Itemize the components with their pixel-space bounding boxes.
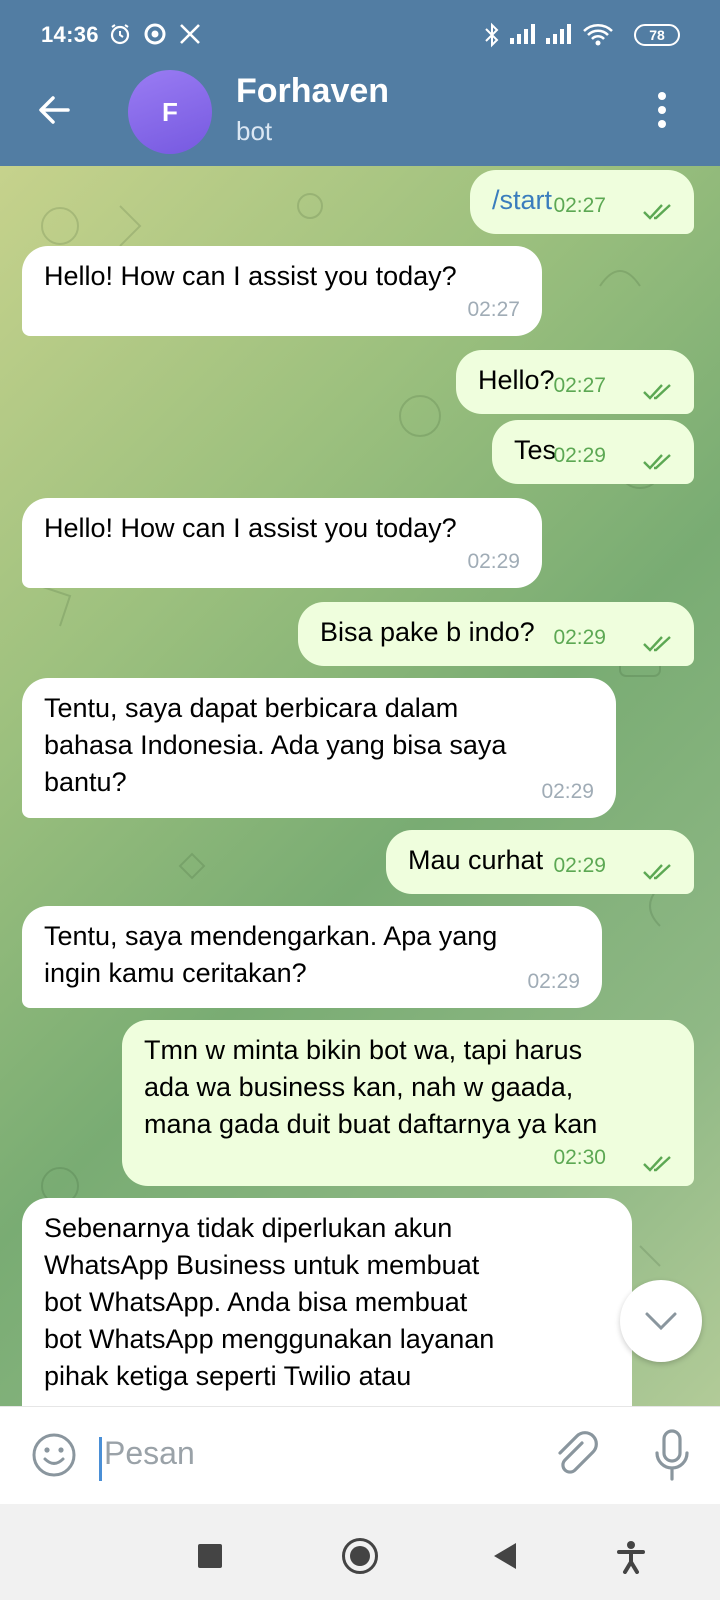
more-options-button[interactable] [652,92,672,128]
message-incoming[interactable]: Hello! How can I assist you today? 02:29 [22,498,542,588]
double-check-icon [643,636,671,652]
message-list[interactable]: /start 02:27 Hello! How can I assist you… [0,166,720,1406]
alarm-icon [108,22,132,52]
message-time: 02:29 [467,550,520,573]
message-line[interactable]: Tmn w minta bikin bot wa, tapi harus [144,1032,674,1069]
scroll-to-bottom-button[interactable] [620,1280,702,1362]
message-line[interactable]: Tentu, saya mendengarkan. Apa yang [44,918,580,955]
double-check-icon [643,384,671,400]
message-line[interactable]: Sebenarnya tidak diperlukan akun [44,1210,610,1247]
message-line[interactable]: WhatsApp Business untuk membuat [44,1247,610,1284]
message-text[interactable]: /start [492,185,552,215]
message-incoming[interactable]: Tentu, saya dapat berbicara dalam bahasa… [22,678,616,818]
chat-subtitle: bot [236,116,273,146]
smile-icon[interactable] [30,1431,78,1479]
message-line[interactable]: bantu? [44,764,594,801]
app-notification-icon [143,22,167,52]
double-check-icon [643,204,671,220]
message-text[interactable]: Mau curhat [408,845,543,875]
message-line[interactable]: pihak ketiga seperti Twilio atau [44,1358,610,1395]
home-button[interactable] [342,1538,378,1574]
signal-icon-1 [508,22,538,52]
message-outgoing[interactable]: Tes 02:29 [492,420,694,484]
message-time: 02:29 [527,970,580,993]
message-composer: Pesan [0,1406,720,1504]
message-time: 02:29 [541,780,594,803]
message-input[interactable]: Pesan [104,1435,195,1472]
message-incoming[interactable]: Sebenarnya tidak diperlukan akun WhatsAp… [22,1198,632,1406]
chevron-down-icon [645,1312,677,1331]
avatar[interactable]: F [128,70,212,154]
signal-icon-2 [544,22,574,52]
x-app-icon [178,22,202,52]
text-caret [99,1437,102,1481]
system-back-button[interactable] [494,1543,516,1569]
back-button[interactable] [34,90,74,130]
message-outgoing[interactable]: /start 02:27 [470,170,694,234]
message-line[interactable]: ada wa business kan, nah w gaada, [144,1069,674,1106]
message-text[interactable]: Hello? [478,365,555,395]
message-time: 02:29 [553,626,606,649]
message-line[interactable]: bot WhatsApp. Anda bisa membuat [44,1284,610,1321]
message-text[interactable]: Hello! How can I assist you today? [44,513,457,543]
system-navigation-bar [0,1504,720,1600]
status-time: 14:36 [41,22,99,47]
message-time: 02:29 [553,444,606,467]
message-line[interactable]: bot WhatsApp menggunakan layanan [44,1321,610,1358]
message-line[interactable]: bahasa Indonesia. Ada yang bisa saya [44,727,594,764]
message-line[interactable]: mana gada duit buat daftarnya ya kan [144,1106,674,1143]
chat-header: 14:36 78 F Forhaven bot [0,0,720,166]
double-check-icon [643,1156,671,1172]
message-incoming[interactable]: Hello! How can I assist you today? 02:27 [22,246,542,336]
bluetooth-icon [483,22,501,54]
message-outgoing[interactable]: Hello? 02:27 [456,350,694,414]
message-line[interactable]: Tentu, saya dapat berbicara dalam [44,690,594,727]
arrow-left-icon [39,96,70,124]
message-text[interactable]: Bisa pake b indo? [320,617,535,647]
message-time: 02:27 [467,298,520,321]
message-text[interactable]: Hello! How can I assist you today? [44,261,457,291]
battery-indicator: 78 [634,24,680,46]
recent-apps-button[interactable] [198,1544,222,1568]
message-time: 02:27 [553,194,606,217]
status-bar: 14:36 78 [0,18,720,54]
accessibility-icon[interactable] [616,1540,646,1574]
message-time: 02:27 [553,374,606,397]
message-line[interactable]: ingin kamu ceritakan? [44,955,580,992]
message-outgoing[interactable]: Mau curhat 02:29 [386,830,694,894]
chat-title[interactable]: Forhaven [236,72,389,111]
message-outgoing[interactable]: Tmn w minta bikin bot wa, tapi harus ada… [122,1020,694,1186]
microphone-icon[interactable] [652,1427,692,1483]
message-time: 02:29 [553,854,606,877]
double-check-icon [643,454,671,470]
double-check-icon [643,864,671,880]
wifi-icon [582,22,614,54]
paperclip-icon[interactable] [552,1429,598,1481]
message-outgoing[interactable]: Bisa pake b indo? 02:29 [298,602,694,666]
message-time: 02:30 [553,1146,606,1169]
message-text[interactable]: Tes [514,435,556,465]
more-vertical-icon [658,92,666,100]
message-incoming[interactable]: Tentu, saya mendengarkan. Apa yang ingin… [22,906,602,1008]
